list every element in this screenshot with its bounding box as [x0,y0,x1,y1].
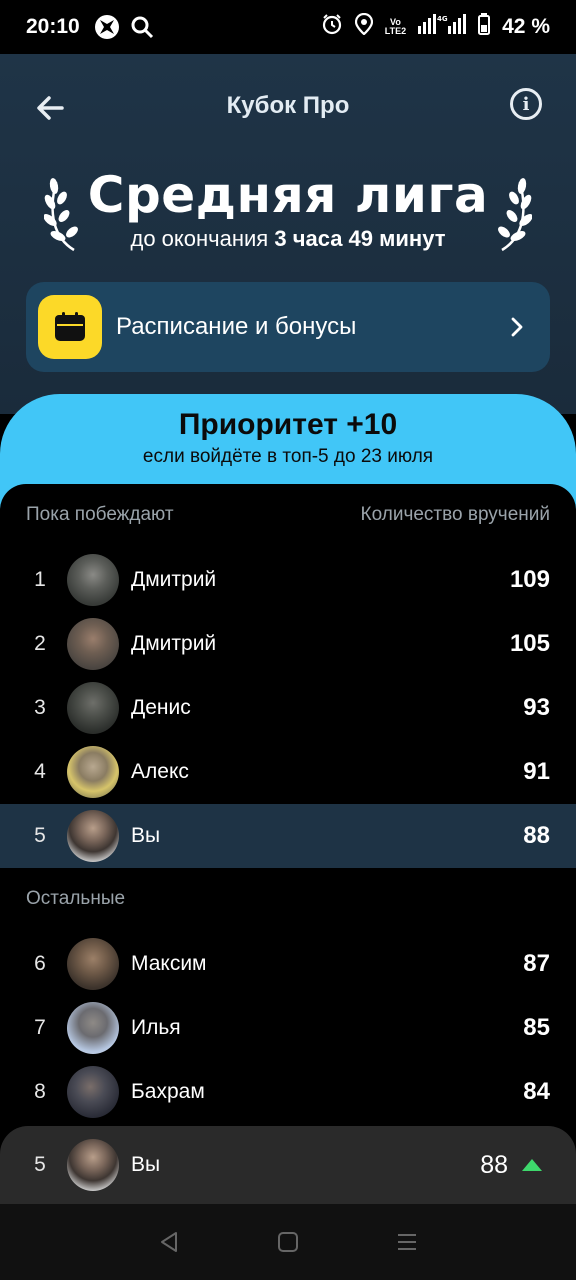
volte-indicator: Vo LTE2 [385,18,406,36]
others-label: Остальные [26,888,126,909]
calendar-icon [38,295,102,359]
leaderboard-header: Пока побеждают Количество вручений [26,504,550,526]
row-name: Максим [131,952,207,975]
countdown-prefix: до окончания [130,226,269,251]
status-bar: 20:10 Vo LTE2 4G 42 % [0,0,576,54]
signal-icon: 4G [418,14,467,40]
arrow-left-icon [37,96,64,120]
priority-subtitle: если войдёте в топ-5 до 23 июля [142,446,434,467]
priority-title: Приоритет +10 [178,408,398,441]
leaderboard-row[interactable]: 4 Алекс 91 [0,740,576,804]
search-icon [130,15,154,39]
avatar [67,1002,119,1054]
league-countdown: до окончания 3 часа 49 минут [0,226,576,252]
row-score: 93 [523,694,550,721]
avatar [67,1066,119,1118]
row-name: Вы [131,824,161,847]
page-title: Кубок Про [226,92,350,119]
alarm-icon [321,13,343,41]
avatar [67,682,119,734]
app-notification-icon [94,14,120,40]
row-name: Дмитрий [131,568,217,591]
leaderboard-panel: Пока побеждают Количество вручений 1 Дми… [0,484,576,1204]
winners-label: Пока побеждают [26,504,174,525]
status-time: 20:10 [26,15,80,38]
leaderboard-row[interactable]: 3 Денис 93 [0,676,576,740]
nav-home-icon[interactable] [277,1231,299,1253]
svg-text:4G: 4G [437,15,448,23]
avatar [67,554,119,606]
header-section: Кубок Про i Средняя лига до окончания 3 … [0,54,576,414]
my-score: 88 [480,1150,508,1179]
schedule-bonuses-button[interactable]: Расписание и бонусы [26,282,550,372]
my-name: Вы [131,1153,161,1176]
league-block: Средняя лига до окончания 3 часа 49 мину… [0,166,576,252]
volte-bottom: LTE2 [384,26,407,36]
row-score: 87 [523,950,550,977]
row-name: Илья [131,1016,181,1039]
avatar [67,810,119,862]
deliveries-label: Количество вручений [360,504,550,525]
chevron-right-icon [511,317,523,337]
league-title: Средняя лига [87,166,489,224]
row-score: 88 [523,822,550,849]
row-score: 84 [523,1078,550,1105]
location-icon [354,12,373,41]
leaderboard-row[interactable]: 6 Максим 87 [0,932,576,996]
leaderboard-row[interactable]: 8 Бахрам 84 [0,1060,576,1124]
leaderboard-row[interactable]: 1 Дмитрий 109 [0,548,576,612]
countdown-value: 3 часа 49 минут [274,226,446,251]
row-score: 91 [523,758,550,785]
back-button[interactable] [30,88,70,128]
leaderboard-row-me[interactable]: 5 Вы 88 [0,804,576,868]
schedule-label: Расписание и бонусы [116,313,357,340]
row-name: Бахрам [131,1080,205,1103]
row-score: 85 [523,1014,550,1041]
avatar [67,1139,119,1191]
row-name: Денис [131,696,191,719]
nav-back-icon[interactable] [158,1230,180,1254]
avatar [67,618,119,670]
top-bar: Кубок Про [0,78,576,134]
my-position-bar[interactable]: 5 Вы 88 [0,1126,576,1204]
nav-menu-icon[interactable] [396,1232,418,1252]
row-score: 105 [509,630,550,657]
row-name: Алекс [131,760,189,783]
info-button[interactable]: i [510,88,542,120]
battery-percent: 42 % [502,15,550,38]
system-nav-bar [0,1204,576,1280]
row-name: Дмитрий [131,632,217,655]
row-score: 109 [509,566,550,593]
leaderboard-row[interactable]: 7 Илья 85 [0,996,576,1060]
avatar [67,938,119,990]
leaderboard-row[interactable]: 2 Дмитрий 105 [0,612,576,676]
battery-icon [478,13,491,41]
trend-up-icon [522,1159,542,1171]
info-icon: i [522,93,530,115]
avatar [67,746,119,798]
